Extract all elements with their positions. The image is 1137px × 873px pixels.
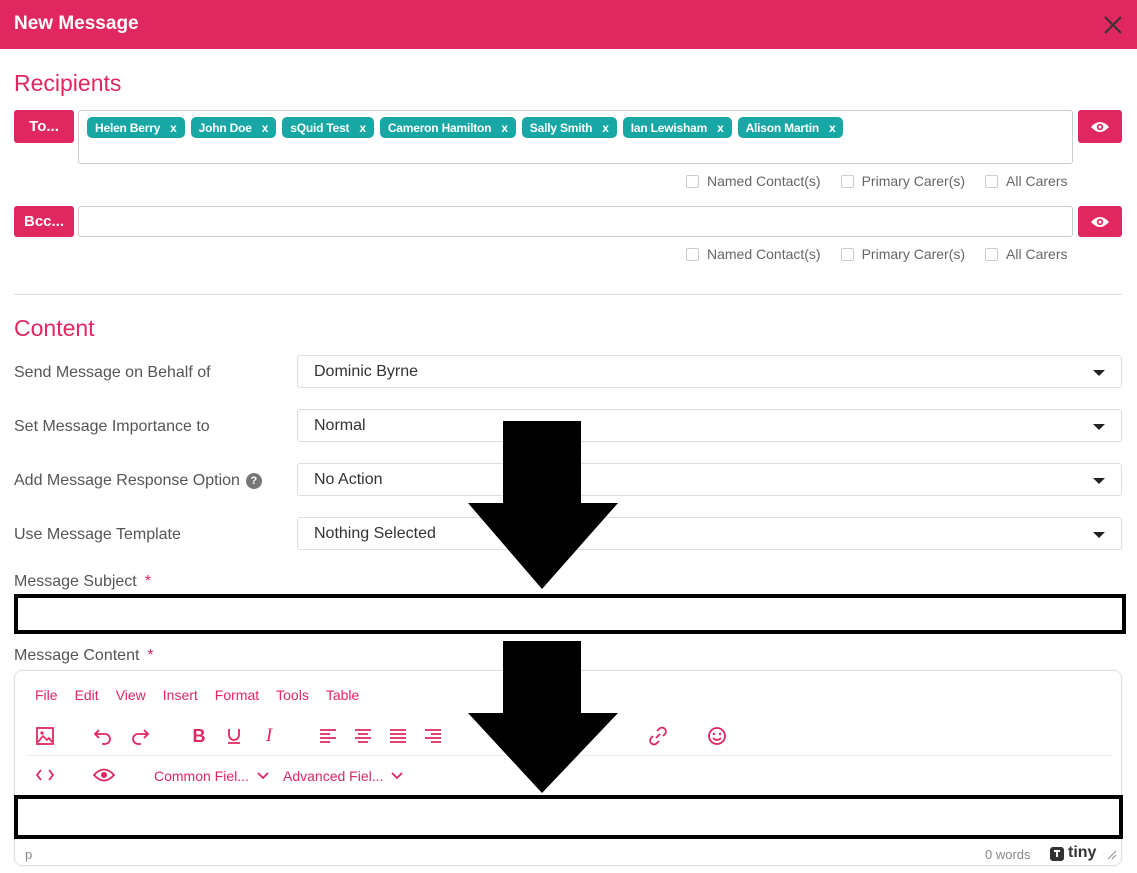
- align-justify-icon[interactable]: [386, 724, 410, 748]
- importance-select[interactable]: Normal: [297, 409, 1122, 442]
- importance-label: Set Message Importance to: [14, 418, 210, 435]
- bcc-options: Named Contact(s) Primary Carer(s) All Ca…: [666, 246, 1068, 262]
- eye-icon: [1091, 216, 1109, 227]
- content-label: Message Content: [14, 647, 140, 664]
- required-mark: *: [144, 573, 151, 590]
- align-left-icon[interactable]: [316, 724, 340, 748]
- named-contacts-checkbox[interactable]: Named Contact(s): [686, 173, 821, 189]
- menu-view[interactable]: View: [116, 687, 146, 703]
- close-icon[interactable]: [1103, 15, 1123, 35]
- menu-table[interactable]: Table: [326, 687, 359, 703]
- menu-insert[interactable]: Insert: [163, 687, 198, 703]
- to-options: Named Contact(s) Primary Carer(s) All Ca…: [666, 173, 1068, 189]
- all-carers-checkbox[interactable]: All Carers: [985, 246, 1068, 262]
- preview-bcc-button[interactable]: [1078, 206, 1122, 237]
- align-right-icon[interactable]: [421, 724, 445, 748]
- recipients-heading: Recipients: [14, 70, 122, 96]
- bcc-recipients-box[interactable]: [78, 206, 1073, 237]
- section-divider: [14, 294, 1122, 295]
- tiny-logo[interactable]: tiny: [1049, 844, 1096, 862]
- editor-statusbar: p 0 words tiny: [15, 841, 1121, 865]
- element-path[interactable]: p: [25, 847, 32, 862]
- caret-down-icon: [1093, 370, 1105, 376]
- menu-edit[interactable]: Edit: [75, 687, 99, 703]
- template-select[interactable]: Nothing Selected: [297, 517, 1122, 550]
- align-center-icon[interactable]: [351, 724, 375, 748]
- content-label-row: Message Content *: [14, 647, 154, 665]
- remove-chip-icon[interactable]: x: [829, 121, 836, 135]
- caret-down-icon: [1093, 424, 1105, 430]
- dialog-header: New Message: [0, 0, 1137, 49]
- message-content-area[interactable]: [14, 795, 1123, 839]
- content-heading: Content: [14, 315, 95, 341]
- word-count: 0 words: [985, 847, 1031, 862]
- primary-carers-checkbox[interactable]: Primary Carer(s): [840, 173, 965, 189]
- to-chip-list: Helen Berry x John Doe x sQuid Test x Camer…: [87, 117, 844, 138]
- tiny-logo-icon: [1050, 847, 1064, 861]
- remove-chip-icon[interactable]: x: [501, 121, 508, 135]
- behalf-label: Send Message on Behalf of: [14, 364, 211, 381]
- named-contacts-checkbox[interactable]: Named Contact(s): [686, 246, 821, 262]
- resize-handle-icon[interactable]: [1107, 850, 1117, 860]
- caret-down-icon: [1093, 532, 1105, 538]
- recipient-chip: Cameron Hamilton x: [379, 117, 516, 138]
- bcc-button[interactable]: Bcc...: [14, 206, 74, 237]
- image-icon[interactable]: [33, 724, 57, 748]
- behalf-select[interactable]: Dominic Byrne: [297, 355, 1122, 388]
- remove-chip-icon[interactable]: x: [602, 121, 609, 135]
- remove-chip-icon[interactable]: x: [717, 121, 724, 135]
- editor-menubar: File Edit View Insert Format Tools Table: [35, 687, 359, 703]
- remove-chip-icon[interactable]: x: [359, 121, 366, 135]
- menu-file[interactable]: File: [35, 687, 58, 703]
- required-mark: *: [147, 647, 154, 664]
- to-button[interactable]: To...: [14, 110, 74, 143]
- template-value: Nothing Selected: [314, 525, 436, 542]
- dialog-title: New Message: [14, 13, 139, 34]
- down-arrow-icon: [468, 421, 618, 589]
- chevron-down-icon: [391, 772, 404, 780]
- recipient-chip: John Doe x: [190, 117, 277, 138]
- recipient-chip: sQuid Test x: [282, 117, 374, 138]
- italic-icon[interactable]: I: [257, 724, 281, 748]
- menu-format[interactable]: Format: [215, 687, 259, 703]
- link-icon[interactable]: [646, 724, 670, 748]
- remove-chip-icon[interactable]: x: [170, 121, 177, 135]
- menu-tools[interactable]: Tools: [276, 687, 309, 703]
- behalf-value: Dominic Byrne: [314, 363, 419, 380]
- help-icon[interactable]: ?: [245, 473, 262, 489]
- caret-down-icon: [1093, 478, 1105, 484]
- source-code-icon[interactable]: [33, 763, 57, 787]
- subject-input[interactable]: [14, 594, 1126, 634]
- redo-icon[interactable]: [128, 724, 152, 748]
- subject-label-row: Message Subject *: [14, 573, 151, 591]
- undo-icon[interactable]: [91, 724, 115, 748]
- recipient-chip: Helen Berry x: [87, 117, 185, 138]
- bold-icon[interactable]: B: [187, 724, 211, 748]
- underline-icon[interactable]: [222, 724, 246, 748]
- recipient-chip: Ian Lewisham x: [622, 117, 732, 138]
- response-label: Add Message Response Option: [14, 472, 240, 489]
- chevron-down-icon: [257, 772, 269, 780]
- to-recipients-box[interactable]: Helen Berry x John Doe x sQuid Test x Camer…: [78, 110, 1073, 164]
- emoji-icon[interactable]: [705, 724, 729, 748]
- common-fields-dropdown[interactable]: Common Fiel...: [154, 768, 269, 784]
- eye-icon: [1091, 121, 1109, 132]
- subject-label: Message Subject: [14, 573, 137, 590]
- advanced-fields-dropdown[interactable]: Advanced Fiel...: [283, 768, 404, 784]
- response-label-row: Add Message Response Option ?: [14, 472, 262, 490]
- recipient-chip: Alison Martin x: [737, 117, 844, 138]
- remove-chip-icon[interactable]: x: [262, 121, 269, 135]
- response-select[interactable]: No Action: [297, 463, 1122, 496]
- down-arrow-icon: [468, 641, 618, 793]
- preview-icon[interactable]: [92, 763, 116, 787]
- recipient-chip: Sally Smith x: [521, 117, 617, 138]
- template-label: Use Message Template: [14, 526, 181, 543]
- importance-value: Normal: [314, 417, 366, 434]
- primary-carers-checkbox[interactable]: Primary Carer(s): [840, 246, 965, 262]
- preview-to-button[interactable]: [1078, 110, 1122, 143]
- all-carers-checkbox[interactable]: All Carers: [985, 173, 1068, 189]
- response-value: No Action: [314, 471, 383, 488]
